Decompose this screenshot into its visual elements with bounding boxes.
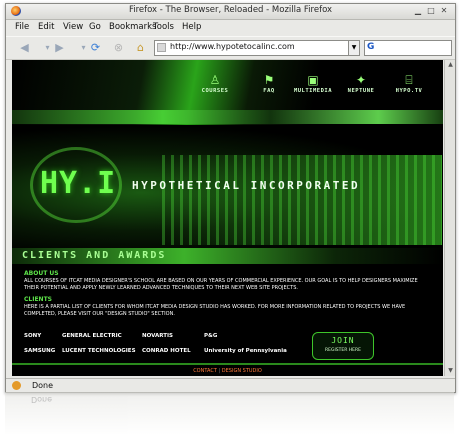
spark-icon: ✦ bbox=[355, 73, 367, 87]
client-name: NOVARTIS bbox=[142, 333, 174, 339]
about-heading: ABOUT US bbox=[24, 270, 59, 277]
footer-link-design-studio[interactable]: DESIGN STUDIO bbox=[222, 368, 262, 374]
reflected-status-text: Done bbox=[31, 395, 53, 404]
nav-courses[interactable]: ♙ COURSES bbox=[192, 72, 238, 94]
nav-courses-label: COURSES bbox=[201, 88, 229, 94]
title-bar: Firefox - The Browser, Reloaded - Mozill… bbox=[6, 4, 455, 20]
nav-neptune-label: NEPTUNE bbox=[347, 88, 375, 94]
nav-hypo-tv-label: HYPO.TV bbox=[395, 88, 423, 94]
about-text: ALL COURSES OF ITCAT MEDIA DESIGNER'S SC… bbox=[24, 278, 418, 291]
search-box[interactable]: G bbox=[364, 40, 452, 56]
client-name: LUCENT TECHNOLOGIES bbox=[62, 348, 136, 354]
page-favicon-icon bbox=[157, 43, 166, 52]
section-title: CLIENTS AND AWARDS bbox=[22, 250, 167, 261]
forward-arrow-icon[interactable]: ▶ bbox=[52, 40, 67, 55]
status-bar: Done bbox=[6, 378, 455, 392]
flag-icon: ⚑ bbox=[263, 73, 275, 87]
section-title-bar: CLIENTS AND AWARDS bbox=[12, 248, 443, 264]
nav-hypo-tv[interactable]: ⌸ HYPO.TV bbox=[386, 72, 432, 94]
nav-neptune[interactable]: ✦ NEPTUNE bbox=[338, 72, 384, 94]
menu-help[interactable]: Help bbox=[182, 22, 201, 32]
reload-icon[interactable]: ⟳ bbox=[88, 40, 103, 55]
hero-banner: HY.I HYPOTHETICAL INCORPORATED bbox=[12, 125, 443, 248]
client-name: CONRAD HOTEL bbox=[142, 348, 191, 354]
hero-light-streaks bbox=[162, 155, 442, 245]
join-subtitle: REGISTER HERE bbox=[325, 348, 361, 353]
page-viewport: ♙ COURSES ⚑ FAQ ▣ MULTIMEDIA ✦ NEPTUNE ⌸… bbox=[12, 60, 443, 376]
url-text[interactable]: http://www.hypotetocalinc.com bbox=[170, 42, 295, 51]
menu-file[interactable]: File bbox=[15, 22, 29, 32]
client-name: University of Pennsylvania bbox=[204, 348, 287, 354]
maximize-icon[interactable]: □ bbox=[426, 6, 436, 16]
header-light-band bbox=[12, 110, 443, 124]
clients-heading: CLIENTS bbox=[24, 296, 52, 303]
about-section: ABOUT US ALL COURSES OF ITCAT MEDIA DESI… bbox=[24, 270, 434, 318]
menu-view[interactable]: View bbox=[63, 22, 83, 32]
back-arrow-icon[interactable]: ◀ bbox=[17, 40, 32, 55]
window-title: Firefox - The Browser, Reloaded - Mozill… bbox=[128, 5, 333, 15]
status-text: Done bbox=[32, 381, 54, 390]
site-header: ♙ COURSES ⚑ FAQ ▣ MULTIMEDIA ✦ NEPTUNE ⌸… bbox=[12, 60, 443, 125]
menu-bookmarks[interactable]: Bookmarks bbox=[109, 22, 157, 32]
company-logo: HY.I bbox=[40, 166, 117, 201]
menu-bar: File Edit View Go Bookmarks Tools Help bbox=[6, 20, 455, 35]
nav-multimedia[interactable]: ▣ MULTIMEDIA bbox=[290, 72, 336, 94]
person-icon: ♙ bbox=[209, 73, 221, 87]
menu-edit[interactable]: Edit bbox=[38, 22, 54, 32]
clients-text: HERE IS A PARTIAL LIST OF CLIENTS FOR WH… bbox=[24, 304, 406, 317]
url-bar[interactable]: http://www.hypotetocalinc.com ▼ bbox=[154, 40, 360, 56]
clients-grid: SONY GENERAL ELECTRIC NOVARTIS P&G SAMSU… bbox=[24, 330, 314, 360]
tv-icon: ⌸ bbox=[405, 73, 413, 87]
nav-multimedia-label: MULTIMEDIA bbox=[293, 88, 333, 94]
join-title: JOIN bbox=[331, 336, 355, 345]
client-name: P&G bbox=[204, 333, 218, 339]
nav-faq-label: FAQ bbox=[263, 88, 275, 94]
scroll-down-icon[interactable]: ▼ bbox=[445, 366, 455, 376]
footer-divider bbox=[12, 363, 443, 365]
scroll-up-icon[interactable]: ▲ bbox=[445, 60, 455, 70]
vertical-scrollbar[interactable]: ▲ ▼ bbox=[444, 60, 455, 376]
minimize-icon[interactable]: ▁ bbox=[413, 6, 423, 16]
screens-icon: ▣ bbox=[307, 73, 319, 87]
clients-row: SONY GENERAL ELECTRIC NOVARTIS P&G bbox=[24, 330, 314, 345]
join-button[interactable]: JOIN REGISTER HERE bbox=[312, 332, 374, 360]
home-icon[interactable]: ⌂ bbox=[133, 40, 148, 55]
client-name: SAMSUNG bbox=[24, 348, 56, 354]
url-dropdown-icon[interactable]: ▼ bbox=[348, 41, 359, 55]
stop-icon[interactable]: ⊗ bbox=[111, 40, 126, 55]
menu-go[interactable]: Go bbox=[89, 22, 101, 32]
menu-tools[interactable]: Tools bbox=[153, 22, 174, 32]
company-name: HYPOTHETICAL INCORPORATED bbox=[132, 179, 361, 192]
nav-faq[interactable]: ⚑ FAQ bbox=[246, 72, 292, 94]
footer-link-contact[interactable]: CONTACT bbox=[193, 368, 217, 374]
browser-window: Firefox - The Browser, Reloaded - Mozill… bbox=[5, 3, 456, 393]
client-name: SONY bbox=[24, 333, 42, 339]
close-icon[interactable]: ✕ bbox=[439, 6, 449, 16]
search-engine-icon[interactable]: G bbox=[367, 42, 374, 52]
navigation-toolbar: ◀ ▾ ▶ ▾ ⟳ ⊗ ⌂ http://www.hypotetocalinc.… bbox=[6, 36, 455, 60]
status-icon bbox=[12, 381, 21, 390]
window-reflection: Done bbox=[5, 392, 454, 435]
client-name: GENERAL ELECTRIC bbox=[62, 333, 122, 339]
footer-links: CONTACT | DESIGN STUDIO bbox=[193, 368, 262, 374]
clients-row: SAMSUNG LUCENT TECHNOLOGIES CONRAD HOTEL… bbox=[24, 345, 314, 360]
